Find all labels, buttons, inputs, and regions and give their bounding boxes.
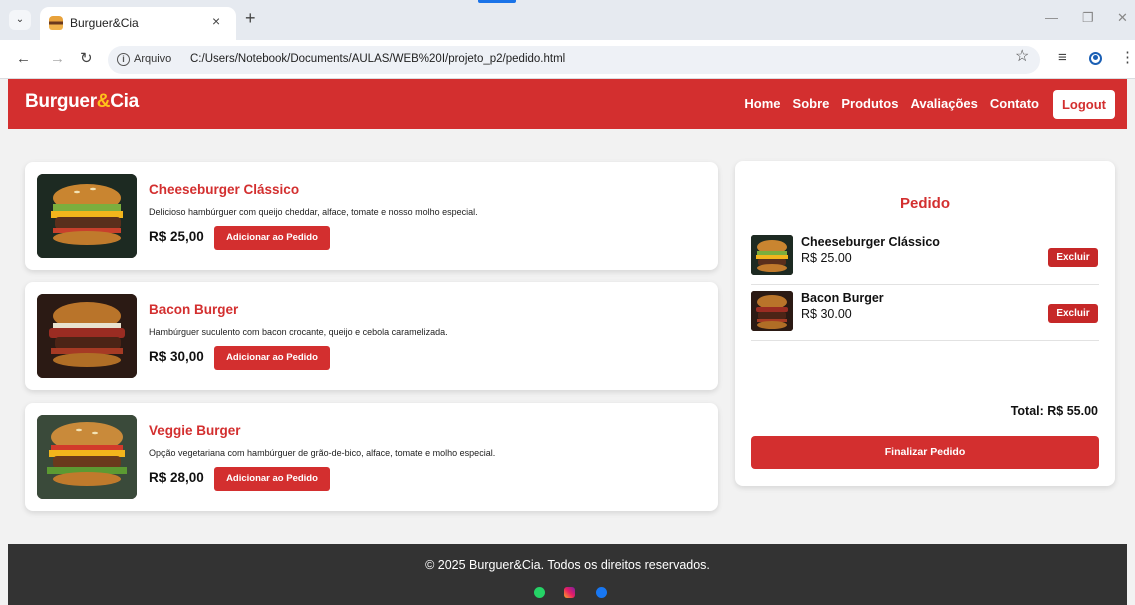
order-item: Cheeseburger Clássico R$ 25.00 Excluir (751, 229, 1099, 285)
site-logo[interactable]: Burguer&Cia (25, 91, 139, 113)
tab-search-button[interactable]: ⌄ (9, 10, 31, 30)
burger-favicon-icon (49, 16, 63, 30)
nav-produtos[interactable]: Produtos (841, 96, 898, 111)
product-name: Veggie Burger (149, 423, 241, 438)
address-bar[interactable]: i Arquivo C:/Users/Notebook/Documents/AU… (108, 46, 1040, 74)
order-item: Bacon Burger R$ 30.00 Excluir (751, 285, 1099, 341)
reload-icon[interactable]: ↻ (80, 50, 93, 68)
order-panel: Pedido Cheeseburger Clássico R$ 25.00 Ex… (735, 161, 1115, 486)
veggie-burger-image (37, 415, 137, 499)
site-footer: © 2025 Burguer&Cia. Todos os direitos re… (8, 544, 1127, 605)
reading-list-icon[interactable]: ≡ (1058, 49, 1067, 67)
product-card: Bacon Burger Hambúrguer suculento com ba… (25, 282, 718, 390)
info-icon[interactable]: i (117, 53, 130, 66)
browser-toolbar: ← → ↻ i Arquivo C:/Users/Notebook/Docume… (0, 40, 1135, 79)
restore-icon[interactable]: ❐ (1082, 10, 1094, 26)
order-title: Pedido (899, 195, 950, 212)
product-card: Cheeseburger Clássico Delicioso hambúrgu… (25, 162, 718, 270)
nav-avaliacoes[interactable]: Avaliações (910, 96, 977, 111)
bacon-burger-thumbnail (751, 291, 793, 331)
bacon-burger-image (37, 294, 137, 378)
cheeseburger-thumbnail (751, 235, 793, 275)
product-description: Hambúrguer suculento com bacon crocante,… (149, 327, 448, 337)
product-name: Cheeseburger Clássico (149, 182, 300, 197)
product-description: Delicioso hambúrguer com queijo cheddar,… (149, 207, 478, 217)
site-header: Burguer&Cia Home Sobre Produtos Avaliaçõ… (8, 79, 1127, 129)
add-to-order-button[interactable]: Adicionar ao Pedido (214, 346, 330, 370)
product-price: R$ 30,00 (149, 349, 204, 364)
forward-icon[interactable]: → (50, 50, 65, 68)
close-window-icon[interactable]: ✕ (1117, 10, 1128, 26)
menu-kebab-icon[interactable]: ⋮ (1120, 49, 1135, 67)
remove-item-button[interactable]: Excluir (1048, 248, 1098, 267)
instagram-icon[interactable] (564, 587, 575, 598)
add-to-order-button[interactable]: Adicionar ao Pedido (214, 467, 330, 491)
copyright-text: © 2025 Burguer&Cia. Todos os direitos re… (425, 558, 710, 572)
facebook-icon[interactable] (596, 587, 607, 598)
browser-tab[interactable]: Burguer&Cia × (40, 7, 236, 40)
order-total: Total: R$ 55.00 (1010, 404, 1098, 418)
browser-tab-bar: ⌄ Burguer&Cia × + — ❐ ✕ (0, 0, 1135, 40)
product-card: Veggie Burger Opção vegetariana com hamb… (25, 403, 718, 511)
profile-icon[interactable] (1089, 52, 1102, 65)
tab-title: Burguer&Cia (70, 16, 139, 30)
add-to-order-button[interactable]: Adicionar ao Pedido (214, 226, 330, 250)
order-item-name: Cheeseburger Clássico (801, 235, 940, 249)
bookmark-star-icon[interactable]: ☆ (1015, 48, 1029, 66)
nav-sobre[interactable]: Sobre (793, 96, 830, 111)
finalize-order-button[interactable]: Finalizar Pedido (751, 436, 1099, 469)
product-description: Opção vegetariana com hambúrguer de grão… (149, 448, 496, 458)
nav-contato[interactable]: Contato (990, 96, 1039, 111)
security-label[interactable]: Arquivo (134, 53, 171, 65)
new-tab-button[interactable]: + (245, 9, 256, 27)
product-price: R$ 28,00 (149, 470, 204, 485)
main-nav: Home Sobre Produtos Avaliações Contato (744, 96, 1039, 111)
tab-indicator (478, 0, 516, 3)
logout-button[interactable]: Logout (1053, 90, 1115, 119)
order-item-name: Bacon Burger (801, 291, 884, 305)
whatsapp-icon[interactable] (534, 587, 545, 598)
tab-close-icon[interactable]: × (212, 13, 220, 29)
url-text[interactable]: C:/Users/Notebook/Documents/AULAS/WEB%20… (190, 53, 565, 65)
minimize-icon[interactable]: — (1045, 10, 1058, 25)
nav-home[interactable]: Home (744, 96, 780, 111)
order-item-price: R$ 30.00 (801, 307, 852, 321)
back-icon[interactable]: ← (16, 50, 31, 68)
cheeseburger-image (37, 174, 137, 258)
product-price: R$ 25,00 (149, 229, 204, 244)
remove-item-button[interactable]: Excluir (1048, 304, 1098, 323)
product-name: Bacon Burger (149, 302, 239, 317)
order-item-price: R$ 25.00 (801, 251, 852, 265)
